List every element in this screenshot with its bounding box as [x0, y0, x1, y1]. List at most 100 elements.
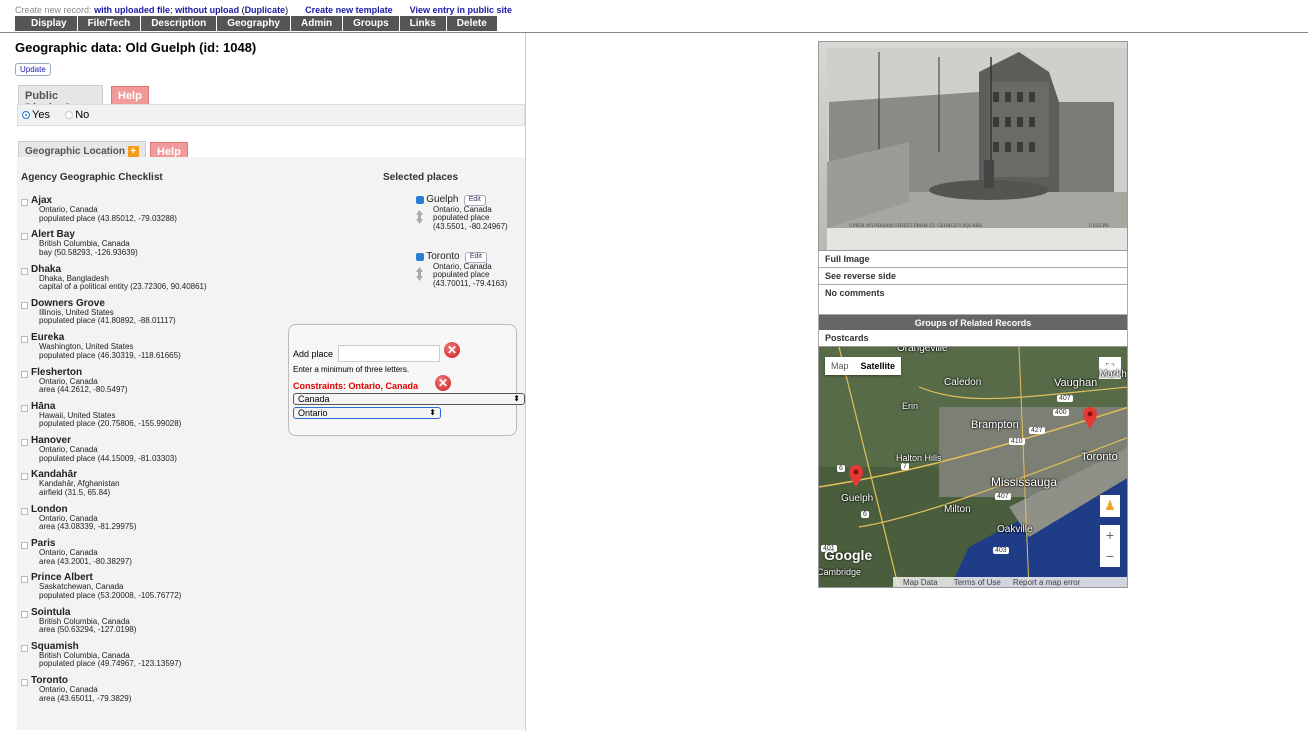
toronto-map-marker-icon[interactable] [1083, 407, 1097, 429]
place-info: capital of a political entity (23.72306,… [39, 282, 207, 292]
place-info: area (43.2001, -80.38297) [39, 556, 132, 566]
toronto-checkbox[interactable] [416, 253, 424, 262]
place-checkbox[interactable] [21, 233, 28, 241]
clear-constraints-icon[interactable]: ✕ [435, 375, 451, 391]
map-label-toronto: Toronto [1081, 451, 1118, 463]
tab-groups[interactable]: Groups [343, 16, 400, 31]
place-checkbox[interactable] [21, 679, 28, 687]
checklist-title: Agency Geographic Checklist [21, 172, 163, 183]
province-select[interactable]: Ontario ⬍ [293, 407, 441, 419]
map-label-vaughan: Vaughan [1054, 377, 1098, 389]
place-checkbox[interactable] [21, 542, 28, 549]
reverse-side-link[interactable]: See reverse side [818, 268, 1128, 285]
without-upload-link[interactable]: without upload [175, 5, 239, 15]
place-checkbox[interactable] [21, 644, 28, 652]
tab-display[interactable]: Display [15, 16, 78, 31]
add-place-box: Add place ✕ Enter a minimum of three let… [288, 324, 525, 436]
place-checkbox[interactable] [21, 301, 28, 309]
place-checkbox[interactable] [21, 404, 28, 412]
location-map[interactable]: Map Satellite ⛶ Orangeville Caledon Vaug… [818, 346, 1128, 588]
place-checkbox[interactable] [21, 610, 28, 618]
map-label-halton-hills: Halton Hills [896, 453, 942, 463]
place-info: populated place (43.85012, -79.03288) [39, 213, 177, 223]
select-arrows-icon: ⬍ [513, 394, 520, 403]
tab-delete[interactable]: Delete [446, 16, 498, 31]
place-checklist-item: Hāna Hawaii, United States populated place… [21, 401, 181, 429]
road-badge: 7 [901, 463, 909, 470]
tab-description[interactable]: Description [141, 16, 218, 31]
road-badge: 407 [1057, 395, 1073, 402]
zoom-in-icon[interactable]: + [1100, 525, 1120, 546]
add-icon[interactable]: + [127, 146, 139, 157]
selected-places-title: Selected places [383, 172, 459, 183]
duplicate-link[interactable]: Duplicate [245, 5, 286, 15]
place-checkbox[interactable] [21, 576, 28, 584]
country-select[interactable]: Canada ⬍ [293, 393, 525, 405]
place-info: populated place (53.20008, -105.76772) [39, 590, 182, 600]
place-checklist-item: Paris Ontario, Canada area (43.2001, -80.3… [21, 538, 132, 566]
clear-place-icon[interactable]: ✕ [444, 342, 460, 358]
divider [0, 32, 1308, 33]
place-name: Dhaka [31, 263, 62, 275]
tab-links[interactable]: Links [399, 16, 447, 31]
map-type-map-button[interactable]: Map [825, 357, 855, 375]
public-no-radio[interactable] [65, 111, 74, 120]
tab-geography[interactable]: Geography [217, 16, 291, 31]
page-title: Geographic data: Old Guelph (id: 1048) [15, 40, 257, 55]
geographic-location-label: Geographic Location [25, 146, 126, 158]
group-postcards-link[interactable]: Postcards [818, 330, 1128, 347]
place-checkbox[interactable] [21, 507, 28, 515]
postcard-photo: UPPER WYNDHAM STREET FROM ST. GEORGE'S S… [819, 42, 1127, 250]
drag-handle-icon[interactable] [416, 267, 423, 281]
zoom-out-icon[interactable]: − [1100, 546, 1120, 567]
place-checkbox[interactable] [21, 336, 28, 344]
place-checklist-item: Sointula British Columbia, Canada area (50… [21, 607, 136, 635]
road-badge: 427 [1029, 427, 1045, 434]
add-place-label: Add place [293, 349, 334, 359]
add-place-input[interactable] [338, 345, 440, 362]
zoom-control: + − [1100, 525, 1120, 567]
create-template-link[interactable]: Create new template [305, 5, 393, 15]
map-label-cambridge: Cambridge [818, 567, 862, 577]
pegman-icon[interactable]: ♟ [1100, 495, 1120, 517]
view-public-link[interactable]: View entry in public site [410, 5, 512, 15]
guelph-checkbox[interactable] [416, 196, 424, 205]
place-info: populated place (20.75806, -155.99028) [39, 419, 182, 429]
place-checklist-item: London Ontario, Canada area (43.08339, -81… [21, 504, 136, 532]
place-checkbox[interactable] [21, 473, 28, 481]
public-yes-radio[interactable] [22, 111, 30, 120]
record-toolbar: Create new record: with uploaded file; w… [15, 5, 513, 15]
public-display-help-button[interactable]: Help [111, 86, 149, 106]
tab-admin[interactable]: Admin [291, 16, 344, 31]
update-button[interactable]: Update [15, 63, 51, 76]
place-checklist-item: Squamish British Columbia, Canada populate… [21, 641, 181, 669]
full-image-link[interactable]: Full Image [818, 251, 1128, 268]
tab-file-tech[interactable]: File/Tech [77, 16, 142, 31]
map-label-brampton: Brampton [971, 419, 1019, 431]
place-info: populated place (44.15009, -81.03303) [39, 453, 177, 463]
report-map-error-link[interactable]: Report a map error [1007, 577, 1087, 587]
with-uploaded-file-link[interactable]: with uploaded file [94, 5, 170, 15]
selected-place-guelph: Guelph Edit Ontario, Canada populated pl… [416, 195, 508, 231]
map-type-control: Map Satellite [825, 357, 902, 375]
constraints-label: Constraints: Ontario, Canada [293, 381, 419, 391]
place-checkbox[interactable] [21, 267, 28, 275]
place-checklist-item: Dhaka Dhaka, Bangladesh capital of a polit… [21, 264, 207, 292]
province-select-value: Ontario [298, 408, 328, 418]
map-data-link[interactable]: Map Data [893, 577, 948, 587]
add-place-hint: Enter a minimum of three letters. [293, 365, 410, 374]
drag-handle-icon[interactable] [416, 210, 423, 224]
map-label-markham: Markham [1099, 369, 1127, 380]
road-badge: 403 [993, 547, 1009, 554]
postcard-image[interactable]: UPPER WYNDHAM STREET FROM ST. GEORGE'S S… [818, 41, 1128, 251]
place-checklist-item: Hanover Ontario, Canada populated place (4… [21, 435, 177, 463]
place-checkbox[interactable] [21, 199, 28, 206]
guelph-map-marker-icon[interactable] [849, 465, 863, 487]
toronto-edit-button[interactable]: Edit [464, 252, 487, 263]
place-checkbox[interactable] [21, 439, 28, 447]
map-label-caledon: Caledon [944, 377, 982, 388]
terms-of-use-link[interactable]: Terms of Use [948, 577, 1007, 587]
place-checkbox[interactable] [21, 370, 28, 378]
map-type-satellite-button[interactable]: Satellite [855, 357, 902, 375]
guelph-edit-button[interactable]: Edit [463, 195, 486, 206]
